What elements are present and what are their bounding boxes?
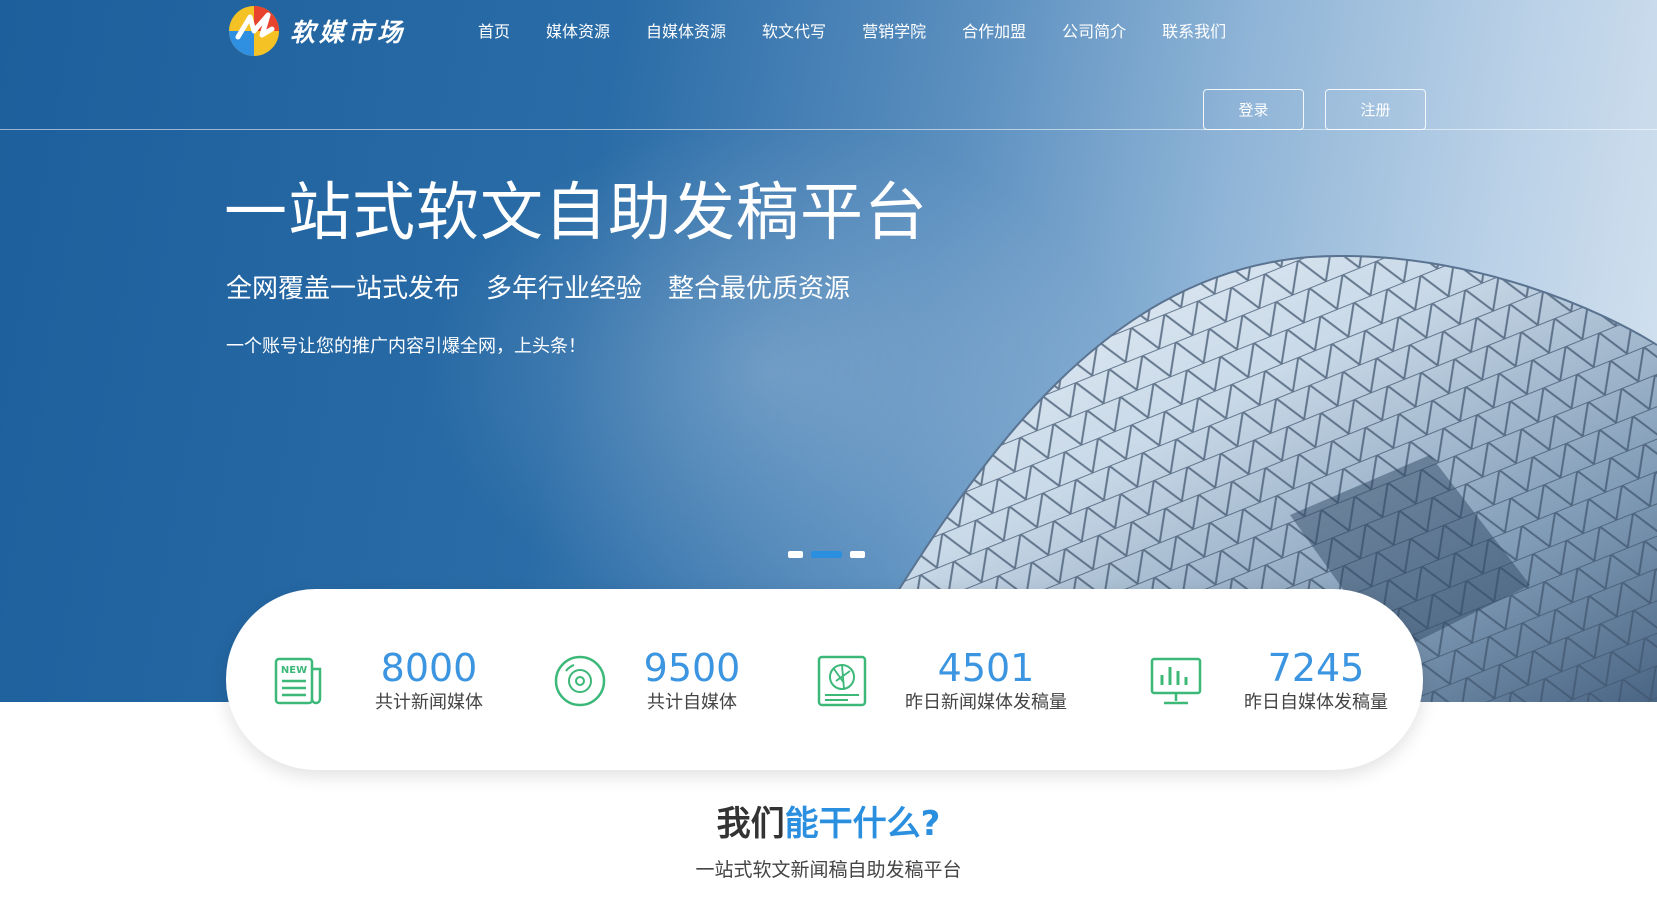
- nav-item-media-resources[interactable]: 媒体资源: [546, 18, 610, 46]
- hero-subtitle: 全网覆盖一站式发布: [226, 274, 461, 304]
- nav-item-marketing-academy[interactable]: 营销学院: [862, 18, 926, 46]
- section-subtitle: 一站式软文新闻稿自助发稿平台: [695, 859, 962, 881]
- stat-text: 4501 昨日新闻媒体发稿量: [866, 646, 1106, 716]
- stat-label: 昨日新闻媒体发稿量: [905, 692, 1067, 713]
- logo[interactable]: 软媒市场: [228, 5, 406, 57]
- stat-text: 7245 昨日自媒体发稿量: [1216, 646, 1416, 716]
- newspaper-icon: NEW: [274, 657, 322, 705]
- brand-name: 软媒市场: [290, 18, 407, 47]
- stat-number: 4501: [937, 646, 1035, 690]
- nav-item-self-media-resources[interactable]: 自媒体资源: [646, 18, 726, 46]
- section-title: 我们能干什么?: [0, 796, 1657, 845]
- section-title-highlight: 能干什么?: [784, 804, 941, 844]
- stat-number: 7245: [1267, 646, 1365, 690]
- main-nav: 首页 媒体资源 自媒体资源 软文代写 营销学院 合作加盟 公司简介 联系我们: [478, 18, 1262, 46]
- stats-card: NEW 8000 共计新闻媒体 9500 共计自媒体 4501 昨日新闻媒体发稿…: [226, 589, 1423, 770]
- svg-text:NEW: NEW: [281, 665, 307, 676]
- nav-item-partnership[interactable]: 合作加盟: [962, 18, 1026, 46]
- stat-label: 共计自媒体: [647, 692, 737, 713]
- stat-label: 昨日自媒体发稿量: [1244, 692, 1388, 713]
- stat-text: 8000 共计新闻媒体: [334, 646, 524, 716]
- stat-yesterday-news: 4501 昨日新闻媒体发稿量: [806, 589, 1126, 770]
- stat-number: 8000: [380, 646, 478, 690]
- stat-news-media: NEW 8000 共计新闻媒体: [226, 589, 526, 770]
- top-bar: 软媒市场 首页 媒体资源 自媒体资源 软文代写 营销学院 合作加盟 公司简介 联…: [0, 0, 1657, 130]
- camera-aperture-icon: [817, 655, 867, 707]
- nav-item-about[interactable]: 公司简介: [1062, 18, 1126, 46]
- carousel-dot[interactable]: [850, 551, 865, 558]
- stat-self-media: 9500 共计自媒体: [526, 589, 806, 770]
- section-title-prefix: 我们: [716, 804, 785, 844]
- stat-yesterday-self-media: 7245 昨日自媒体发稿量: [1126, 589, 1423, 770]
- hero-title: 一站式软文自助发稿平台: [224, 176, 928, 249]
- hero-subtitles: 全网覆盖一站式发布 多年行业经验 整合最优质资源: [226, 268, 876, 305]
- nav-item-home[interactable]: 首页: [478, 18, 510, 46]
- hero-subtitle: 多年行业经验: [486, 274, 643, 304]
- carousel-dot-active[interactable]: [811, 551, 842, 558]
- login-button[interactable]: 登录: [1203, 89, 1304, 130]
- logo-mark-icon: [229, 6, 279, 56]
- stat-number: 9500: [643, 646, 741, 690]
- monitor-chart-icon: [1150, 657, 1202, 705]
- register-button[interactable]: 注册: [1325, 89, 1426, 130]
- hero-subtitle: 整合最优质资源: [668, 274, 851, 304]
- carousel-indicators: [788, 551, 873, 558]
- carousel-dot[interactable]: [788, 551, 803, 558]
- stat-text: 9500 共计自媒体: [602, 646, 782, 716]
- nav-item-copywriting[interactable]: 软文代写: [762, 18, 826, 46]
- stat-label: 共计新闻媒体: [375, 692, 483, 713]
- hero-tagline: 一个账号让您的推广内容引爆全网，上头条！: [226, 336, 586, 357]
- disc-icon: [554, 655, 606, 707]
- nav-item-contact[interactable]: 联系我们: [1162, 18, 1226, 46]
